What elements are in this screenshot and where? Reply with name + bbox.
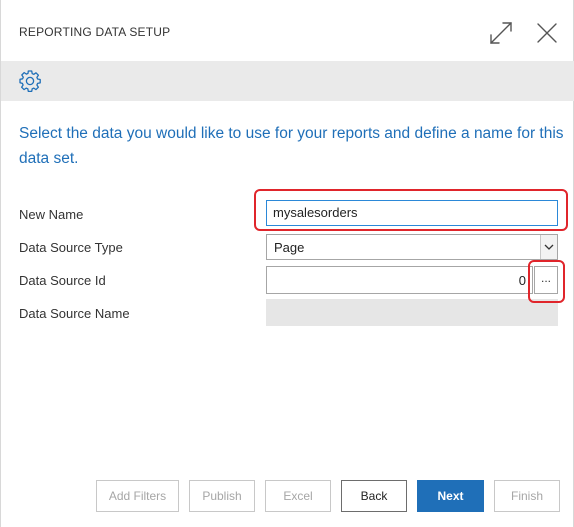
data-source-id-label: Data Source Id [19,273,106,288]
back-button[interactable]: Back [341,480,407,512]
next-button[interactable]: Next [417,480,484,512]
new-name-label: New Name [19,207,84,222]
finish-button[interactable]: Finish [494,480,560,512]
publish-button[interactable]: Publish [189,480,255,512]
select-arrow-button[interactable] [540,235,557,259]
action-toolbar [1,61,574,101]
expand-icon[interactable] [489,21,513,45]
reporting-data-setup-dialog: REPORTING DATA SETUP Select the data you… [0,0,574,527]
data-source-type-value: Page [274,240,305,255]
data-source-id-lookup-button[interactable]: ... [534,266,558,294]
gear-icon[interactable] [18,69,42,93]
data-source-name-label: Data Source Name [19,306,130,321]
instructions-text: Select the data you would like to use fo… [19,125,564,167]
new-name-input[interactable]: mysalesorders [266,200,558,226]
data-source-id-input[interactable]: 0 [266,266,533,294]
excel-button[interactable]: Excel [265,480,331,512]
chevron-down-icon [544,244,554,250]
add-filters-button[interactable]: Add Filters [96,480,179,512]
close-icon[interactable] [536,22,558,44]
data-source-type-label: Data Source Type [19,240,123,255]
dialog-title: REPORTING DATA SETUP [19,25,171,39]
data-source-id-value: 0 [518,273,526,288]
data-source-type-select[interactable]: Page [266,234,558,260]
data-source-name-field [266,299,558,326]
